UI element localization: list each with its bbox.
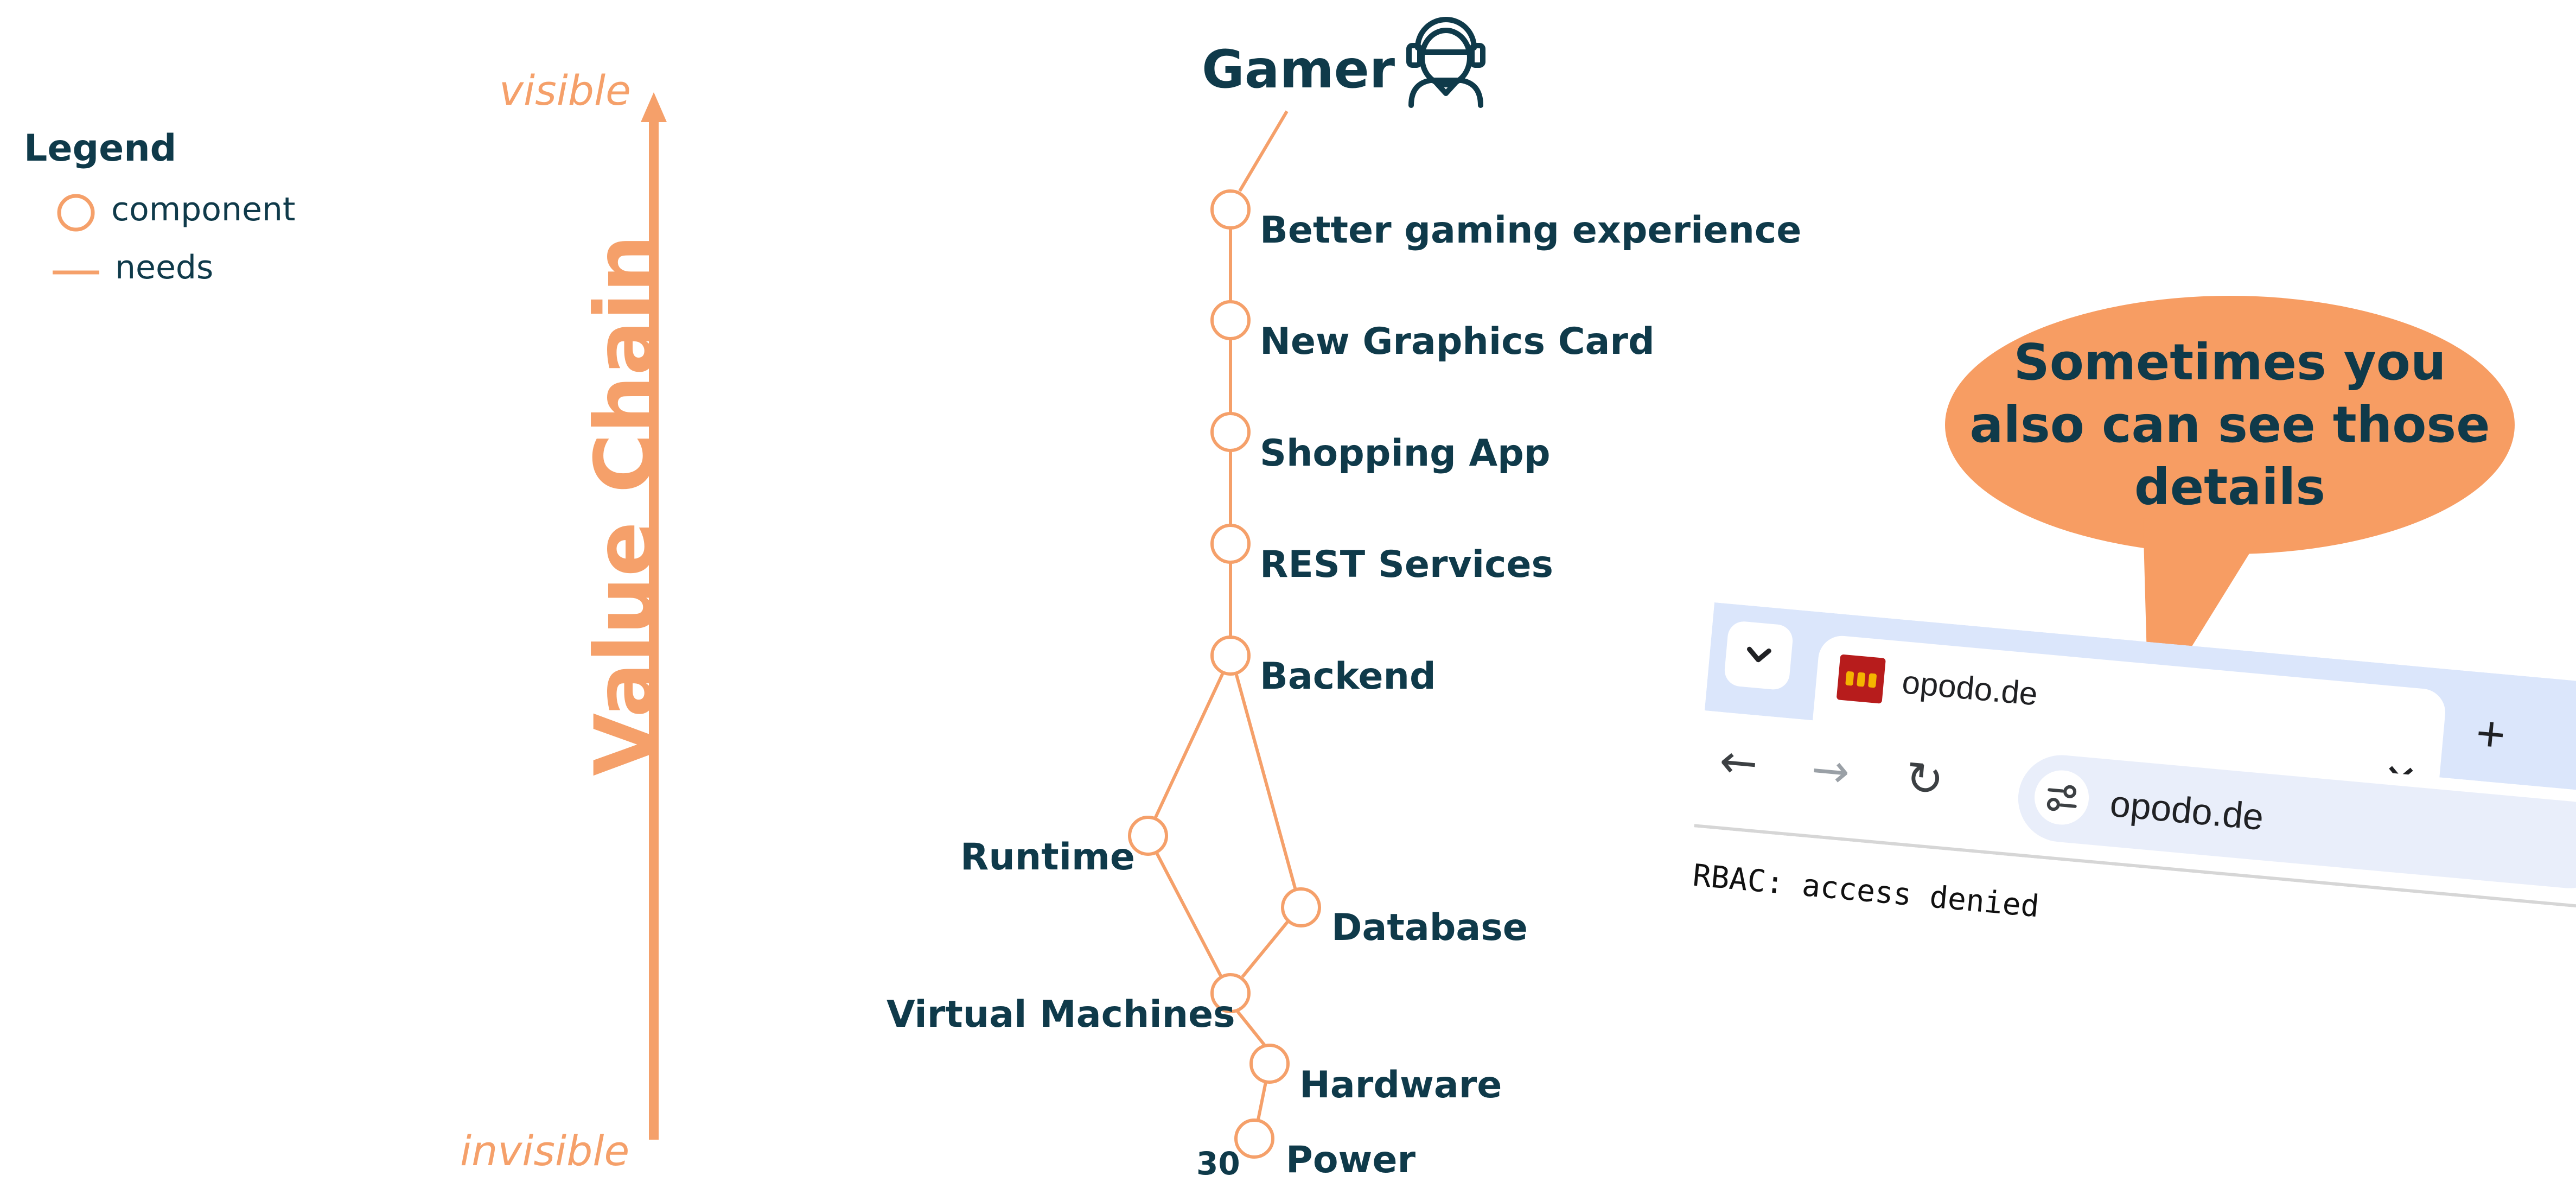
label-hardware: Hardware — [1299, 1064, 1502, 1107]
node-graphics-card — [1210, 300, 1251, 340]
node-database — [1281, 887, 1321, 927]
tab-title: opodo.de — [1901, 664, 2039, 713]
node-rest-services — [1210, 524, 1251, 564]
back-arrow-icon[interactable]: ← — [1717, 734, 1760, 790]
edge-backend-runtime — [1153, 671, 1225, 819]
chevron-down-icon — [1746, 646, 1771, 663]
page-error-text: RBAC: access denied — [1691, 857, 2041, 925]
gamer-headset-icon — [1406, 17, 1485, 108]
tab-search-button[interactable] — [1723, 620, 1794, 691]
label-virtual-machines: Virtual Machines — [887, 993, 1235, 1036]
edge-runtime-virtual-machines — [1155, 851, 1223, 978]
node-hardware — [1249, 1044, 1290, 1084]
node-runtime — [1128, 816, 1168, 856]
slide-number: 30 — [1196, 1145, 1240, 1182]
edge-gamer-better-gaming — [1238, 110, 1289, 192]
site-favicon — [1836, 654, 1886, 704]
node-better-gaming — [1210, 189, 1251, 230]
forward-arrow-icon[interactable]: → — [1809, 742, 1852, 799]
label-database: Database — [1331, 906, 1528, 949]
plus-icon[interactable]: + — [2473, 704, 2508, 764]
edge-database-virtual-machines — [1241, 918, 1291, 978]
callout-text: Sometimes you also can see those details — [1969, 333, 2490, 516]
node-power — [1234, 1119, 1274, 1159]
node-shopping-app — [1210, 412, 1251, 452]
label-rest-services: REST Services — [1260, 543, 1554, 586]
url-text: opodo.de — [2108, 783, 2266, 838]
edge-backend-database — [1234, 672, 1297, 891]
label-backend: Backend — [1260, 655, 1436, 698]
label-shopping-app: Shopping App — [1260, 432, 1551, 475]
label-runtime: Runtime — [960, 836, 1135, 879]
node-backend — [1210, 636, 1251, 676]
edge-hardware-power — [1256, 1082, 1267, 1123]
tune-icon[interactable] — [2032, 768, 2092, 827]
user-label: Gamer — [1202, 39, 1395, 100]
label-graphics-card: New Graphics Card — [1260, 320, 1655, 363]
dependency-edges — [1153, 110, 1297, 1123]
edge-virtual-machines-hardware — [1234, 1008, 1266, 1046]
reload-icon[interactable]: ↻ — [1903, 751, 1946, 807]
label-better-gaming: Better gaming experience — [1260, 209, 1802, 252]
label-power: Power — [1286, 1139, 1416, 1181]
